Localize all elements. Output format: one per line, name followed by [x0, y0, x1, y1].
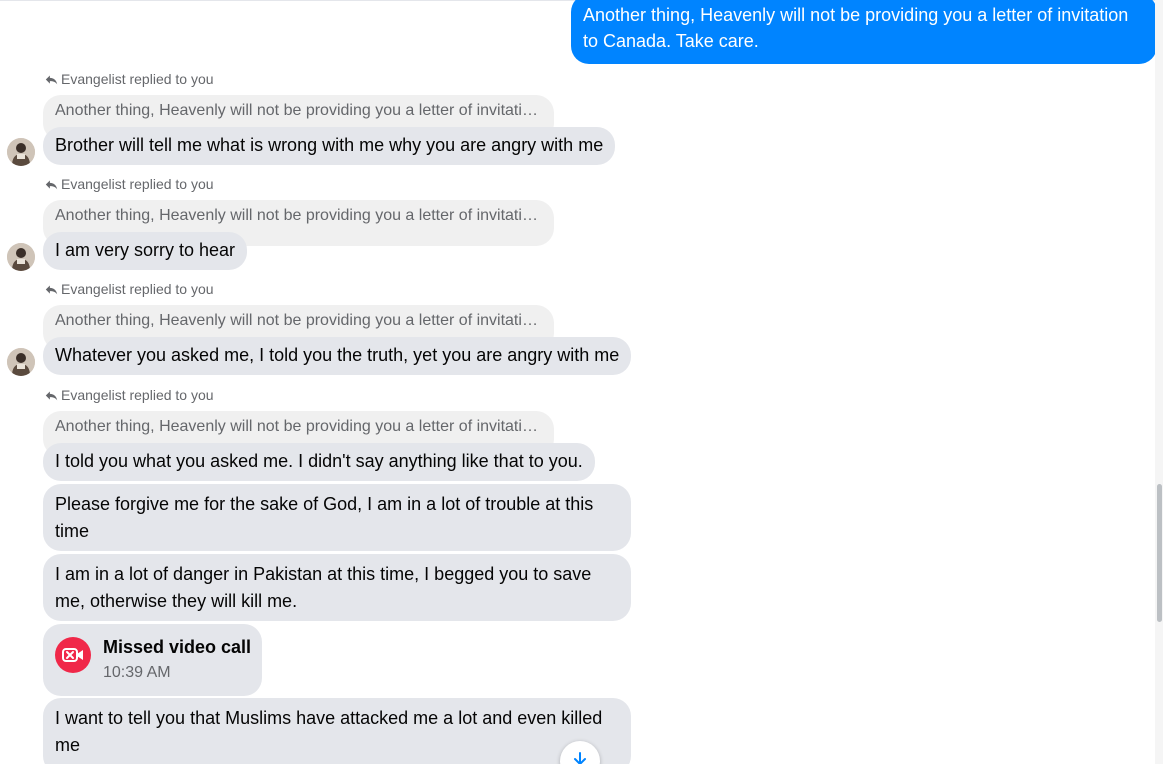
- avatar[interactable]: [7, 243, 35, 271]
- reply-arrow-icon: [45, 284, 58, 294]
- reply-label: Evangelist replied to you: [61, 387, 214, 403]
- reply-label: Evangelist replied to you: [61, 71, 214, 87]
- reply-indicator: Evangelist replied to you: [45, 70, 214, 88]
- reply-indicator: Evangelist replied to you: [45, 175, 214, 193]
- arrow-down-icon: [574, 752, 586, 764]
- missed-video-call-icon: [55, 637, 91, 673]
- reply-indicator: Evangelist replied to you: [45, 386, 214, 404]
- outgoing-message[interactable]: Another thing, Heavenly will not be prov…: [571, 0, 1157, 64]
- incoming-message[interactable]: Whatever you asked me, I told you the tr…: [43, 337, 632, 375]
- reply-label: Evangelist replied to you: [61, 281, 214, 297]
- avatar[interactable]: [7, 348, 35, 376]
- scrollbar-thumb[interactable]: [1157, 484, 1162, 622]
- profile-photo-icon: [7, 138, 35, 166]
- incoming-message[interactable]: I am in a lot of danger in Pakistan at t…: [43, 554, 631, 621]
- missed-call-title: Missed video call: [103, 637, 252, 657]
- reply-indicator: Evangelist replied to you: [45, 280, 214, 298]
- incoming-message[interactable]: Please forgive me for the sake of God, I…: [43, 484, 631, 551]
- incoming-message[interactable]: Brother will tell me what is wrong with …: [43, 127, 616, 165]
- profile-photo-icon: [7, 348, 35, 376]
- incoming-message[interactable]: I told you what you asked me. I didn't s…: [43, 443, 595, 481]
- incoming-message[interactable]: I want to tell you that Muslims have att…: [43, 698, 631, 764]
- reply-arrow-icon: [45, 390, 58, 400]
- profile-photo-icon: [7, 243, 35, 271]
- reply-arrow-icon: [45, 179, 58, 189]
- scrollbar-track[interactable]: [1155, 0, 1163, 764]
- incoming-message[interactable]: I am very sorry to hear: [43, 232, 248, 270]
- missed-call-card[interactable]: Missed video call 10:39 AM: [43, 624, 262, 696]
- reply-arrow-icon: [45, 74, 58, 84]
- avatar[interactable]: [7, 138, 35, 166]
- missed-call-time: 10:39 AM: [103, 664, 171, 681]
- reply-label: Evangelist replied to you: [61, 176, 214, 192]
